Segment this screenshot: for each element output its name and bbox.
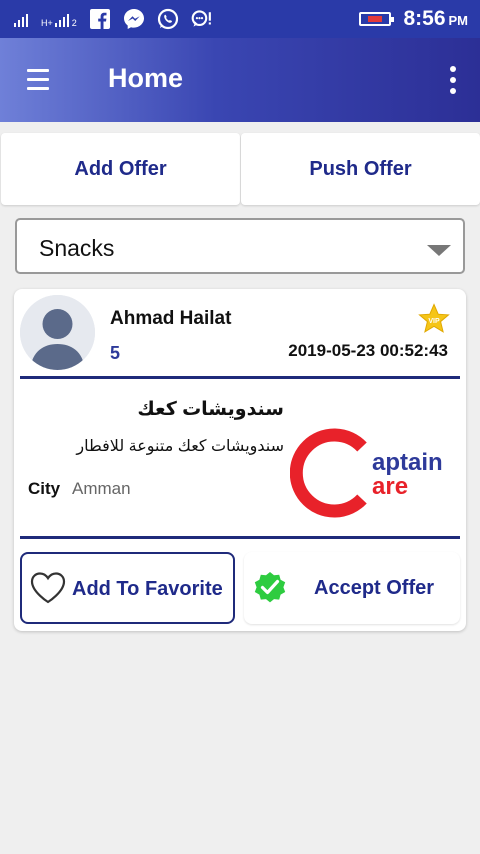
status-clock: 8:56 PM [403, 7, 468, 31]
offer-description: سندويشات كعك متنوعة للافطار [76, 438, 284, 455]
logo-text-line2: are [372, 473, 409, 500]
svg-text:VIP: VIP [428, 318, 440, 325]
avatar [20, 295, 95, 370]
clock-ampm: PM [448, 13, 469, 28]
divider [20, 376, 460, 379]
category-dropdown[interactable]: Snacks [15, 218, 465, 274]
signal-icon-2: H+ 2 [40, 11, 77, 28]
dropdown-arrow-icon [427, 245, 451, 256]
more-options-icon[interactable] [446, 64, 460, 96]
push-offer-button[interactable]: Push Offer [241, 133, 480, 205]
accept-offer-button[interactable]: Accept Offer [244, 552, 460, 624]
check-badge-icon [252, 569, 288, 605]
status-bar-right: 8:56 PM [359, 6, 468, 32]
status-bar-left: H+ 2 [14, 7, 213, 31]
network-type-label: H+ [41, 18, 53, 28]
status-bar: H+ 2 8:56 PM [0, 0, 480, 38]
facebook-icon [89, 8, 111, 30]
battery-icon [359, 12, 395, 26]
whatsapp-icon [157, 8, 179, 30]
chat-alert-icon [191, 8, 213, 30]
signal-icon [14, 11, 28, 27]
offer-title: سندويشات كعك [137, 399, 284, 420]
add-to-favorite-label: Add To Favorite [72, 578, 223, 600]
app-bar: Home [0, 38, 480, 122]
captain-care-logo: aptain are [290, 427, 460, 519]
heart-icon [30, 571, 66, 605]
messenger-icon [123, 8, 145, 30]
page-title: Home [108, 63, 184, 93]
add-offer-button[interactable]: Add Offer [1, 133, 240, 205]
sim-number-label: 2 [71, 18, 77, 28]
menu-icon[interactable] [20, 66, 56, 94]
offer-count: 5 [110, 343, 121, 363]
divider [20, 536, 460, 539]
city-value: Amman [72, 479, 131, 498]
user-name: Ahmad Hailat [110, 308, 232, 329]
accept-offer-label: Accept Offer [314, 577, 435, 599]
offer-datetime: 2019-05-23 00:52:43 [288, 341, 448, 360]
clock-time: 8:56 [403, 7, 446, 30]
category-dropdown-value: Snacks [39, 235, 115, 261]
vip-star-icon: VIP [418, 303, 450, 335]
add-to-favorite-button[interactable]: Add To Favorite [20, 552, 235, 624]
city-label: City [28, 479, 61, 498]
offer-card[interactable]: Ahmad Hailat 5 VIP 2019-05-23 00:52:43 س… [14, 289, 466, 631]
